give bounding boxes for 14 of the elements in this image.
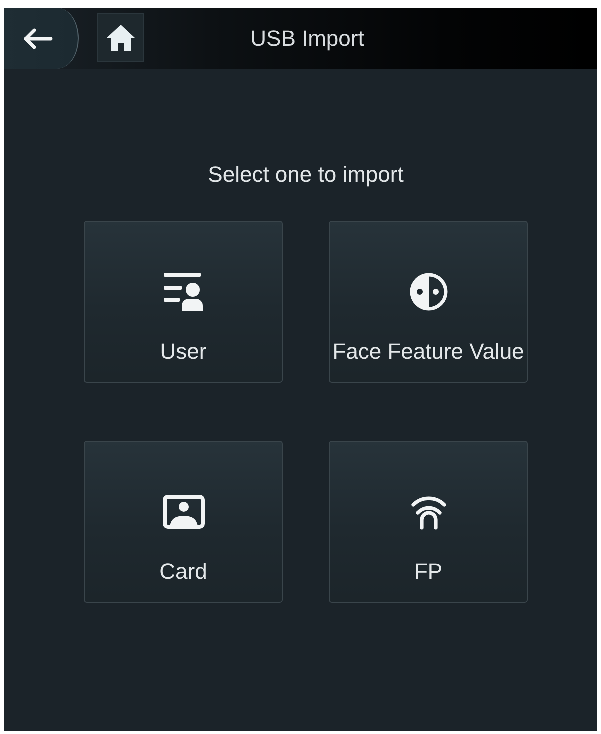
portrait-frame-icon <box>162 495 204 529</box>
instruction-text: Select one to import <box>208 162 404 188</box>
fingerprint-icon <box>410 494 446 530</box>
home-icon <box>106 24 136 52</box>
back-button[interactable] <box>4 8 79 69</box>
left-arrow-icon <box>23 28 53 50</box>
face-icon <box>410 273 448 311</box>
import-option-button[interactable]: User <box>84 221 283 383</box>
import-option-button[interactable]: Card <box>84 441 283 603</box>
user-list-icon <box>164 273 203 311</box>
home-button[interactable] <box>97 13 144 62</box>
screen-title: USB Import <box>250 25 366 53</box>
import-option-button[interactable]: FP <box>329 441 528 603</box>
import-option-button[interactable]: Face Feature Value <box>329 221 528 383</box>
